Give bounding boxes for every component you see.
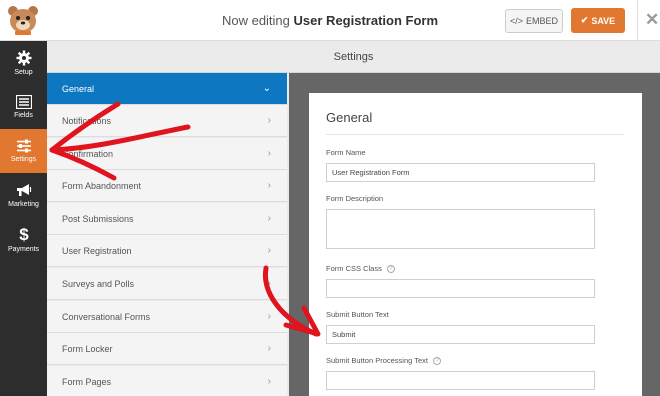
submit-button-processing-text-label: Submit Button Processing Text? <box>326 356 441 366</box>
chevron-right-icon: › <box>267 376 271 387</box>
chevron-right-icon: › <box>267 343 271 354</box>
save-button-label: SAVE <box>591 15 616 26</box>
checkmark-icon: ✔ <box>580 15 589 25</box>
form-description-field[interactable] <box>326 209 595 249</box>
submit-button-text-label: Submit Button Text <box>326 310 389 319</box>
top-bar: Now editing User Registration Form </> E… <box>0 0 660 41</box>
panel-item-conversational-forms[interactable]: Conversational Forms › <box>47 301 287 333</box>
panel-item-general[interactable]: General ⌄ <box>47 73 287 105</box>
help-icon[interactable]: ? <box>433 357 441 366</box>
settings-panel-list: General ⌄ Notifications › Confirmation ›… <box>47 73 289 396</box>
fields-list-icon <box>15 95 32 109</box>
form-css-class-label: Form CSS Class? <box>326 264 395 274</box>
sidebar-item-payments[interactable]: $ Payments <box>0 217 47 261</box>
panel-item-label: General <box>62 83 95 94</box>
submit-button-text-field[interactable]: Submit <box>326 325 595 344</box>
code-icon: </> <box>509 16 523 26</box>
sidebar-item-setup[interactable]: Setup <box>0 41 47 85</box>
panel-item-confirmation[interactable]: Confirmation › <box>47 138 287 170</box>
panel-item-post-submissions[interactable]: Post Submissions › <box>47 203 287 235</box>
megaphone-icon <box>16 183 31 196</box>
panel-item-label: Post Submissions <box>62 213 134 224</box>
header-divider <box>637 0 638 41</box>
section-title: General <box>326 110 373 125</box>
panel-item-label: Form Locker <box>62 343 113 354</box>
divider <box>326 134 624 135</box>
chevron-down-icon: ⌄ <box>262 83 271 94</box>
chevron-right-icon: › <box>267 278 271 289</box>
general-settings-card: General Form Name User Registration Form… <box>309 93 642 396</box>
panel-item-label: Surveys and Polls <box>62 278 135 289</box>
chevron-right-icon: › <box>267 115 271 126</box>
settings-header: Settings <box>47 41 660 73</box>
wpforms-bear-logo-icon <box>8 6 38 35</box>
sidebar-item-label: Marketing <box>8 200 39 208</box>
sliders-icon <box>16 139 31 153</box>
chevron-right-icon: › <box>267 245 271 256</box>
panel-item-label: Confirmation <box>62 148 114 159</box>
sidebar-item-marketing[interactable]: Marketing <box>0 173 47 217</box>
chevron-right-icon: › <box>267 180 271 191</box>
panel-item-form-locker[interactable]: Form Locker › <box>47 333 287 365</box>
panel-item-user-registration[interactable]: User Registration › <box>47 235 287 267</box>
panel-item-surveys-and-polls[interactable]: Surveys and Polls › <box>47 268 287 300</box>
help-icon[interactable]: ? <box>386 265 395 274</box>
save-button[interactable]: ✔ SAVE <box>571 8 625 33</box>
chevron-right-icon: › <box>267 311 271 322</box>
submit-button-processing-text-field[interactable] <box>326 371 595 390</box>
sidebar-item-label: Payments <box>7 246 40 253</box>
panel-item-form-pages[interactable]: Form Pages › <box>47 366 287 396</box>
form-css-class-field[interactable] <box>326 279 595 298</box>
gear-icon <box>16 50 31 66</box>
svg-text:$: $ <box>19 225 29 243</box>
embed-button-label: EMBED <box>526 16 559 26</box>
form-name-label: Form Name <box>326 148 366 157</box>
chevron-right-icon: › <box>267 213 271 224</box>
panel-item-label: User Registration <box>62 245 132 256</box>
panel-item-notifications[interactable]: Notifications › <box>47 105 287 137</box>
form-description-label: Form Description <box>326 194 384 203</box>
sidebar-item-settings[interactable]: Settings <box>0 129 47 173</box>
dollar-icon: $ <box>19 225 29 243</box>
sidebar-item-fields[interactable]: Fields <box>0 85 47 129</box>
panel-item-label: Form Abandonment <box>62 180 142 191</box>
panel-item-label: Form Pages <box>62 376 112 387</box>
panel-item-form-abandonment[interactable]: Form Abandonment › <box>47 170 287 202</box>
left-sidebar: Setup Fields Settings Marketing $ Paymen… <box>0 41 47 396</box>
sidebar-item-label: Fields <box>14 112 33 119</box>
panel-item-label: Notifications <box>62 115 112 126</box>
close-icon[interactable]: ✕ <box>645 10 659 30</box>
form-name-field[interactable]: User Registration Form <box>326 163 595 182</box>
panel-item-label: Conversational Forms <box>62 311 151 322</box>
sidebar-item-label: Setup <box>14 69 33 76</box>
sidebar-item-label: Settings <box>10 156 37 163</box>
chevron-right-icon: › <box>267 148 271 159</box>
embed-button[interactable]: </> EMBED <box>505 9 563 33</box>
